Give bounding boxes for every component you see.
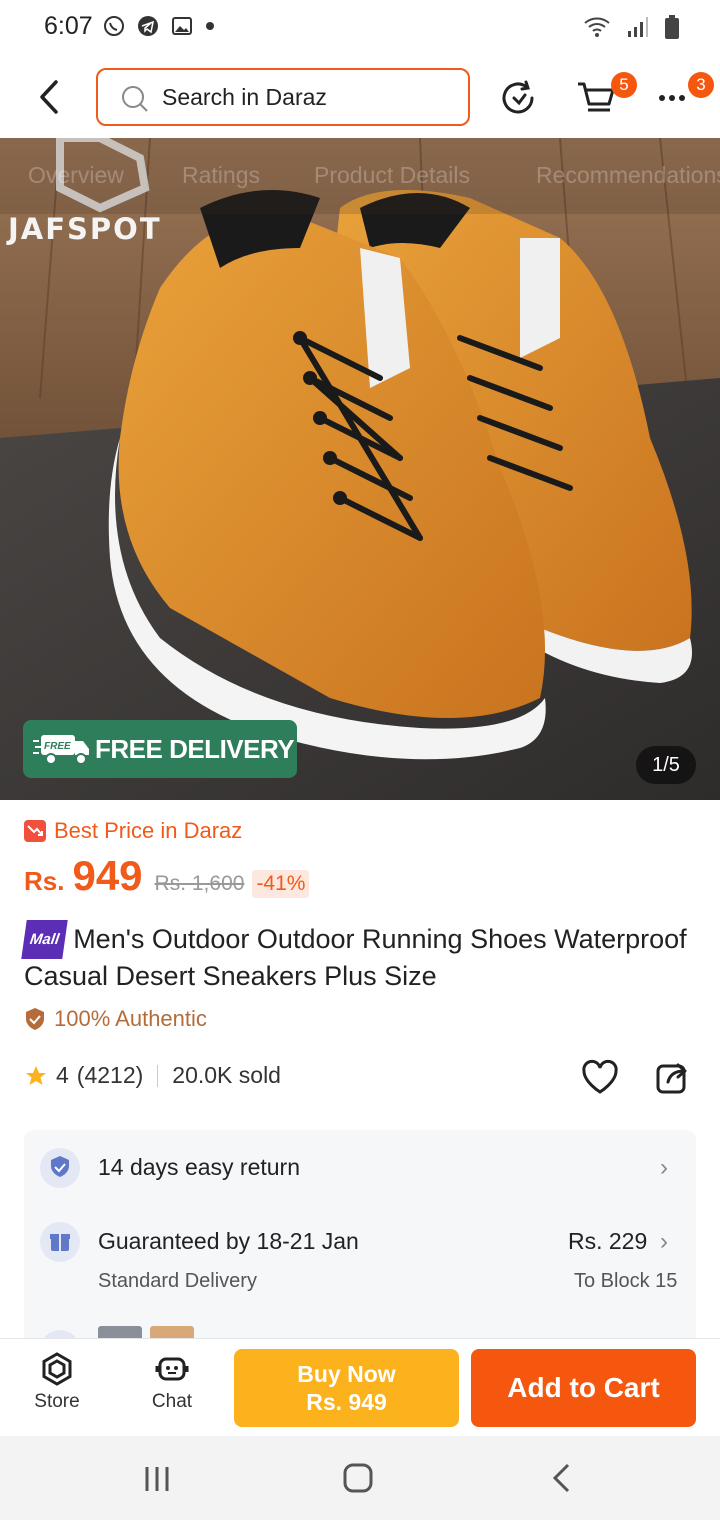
brand-watermark: JAFSPOT bbox=[8, 212, 162, 246]
discount-badge: -41% bbox=[252, 870, 310, 898]
delivery-truck-icon: FREE bbox=[33, 735, 89, 765]
search-input[interactable]: Search in Daraz bbox=[96, 68, 470, 126]
price-current: 949 bbox=[72, 852, 143, 899]
store-icon bbox=[42, 1352, 72, 1386]
status-time: 6:07 bbox=[44, 12, 93, 40]
chat-label: Chat bbox=[151, 1391, 193, 1412]
buy-now-label: Buy Now bbox=[297, 1361, 396, 1387]
price-original: Rs. 1,600 bbox=[154, 872, 245, 895]
chevron-left-icon bbox=[40, 80, 58, 114]
star-icon bbox=[26, 1065, 46, 1085]
dot-icon bbox=[206, 22, 214, 30]
return-policy[interactable]: 14 days easy return bbox=[98, 1154, 300, 1181]
wishlist-button[interactable] bbox=[580, 1058, 620, 1101]
shield-return-icon bbox=[51, 1156, 69, 1177]
whatsapp-icon bbox=[104, 16, 124, 36]
delivery-price: Rs. 229 bbox=[568, 1228, 648, 1254]
heart-icon bbox=[582, 1059, 618, 1094]
history-button[interactable] bbox=[496, 76, 540, 120]
rating-count: (4212) bbox=[76, 1062, 144, 1088]
tab-product-details[interactable]: Product Details bbox=[314, 162, 470, 189]
notification-icons bbox=[102, 14, 216, 38]
share-icon bbox=[656, 1063, 687, 1094]
system-icons bbox=[582, 14, 680, 40]
price-row: Rs. 949 Rs. 1,600 -41% bbox=[24, 852, 310, 900]
free-delivery-label: FREE DELIVERY bbox=[95, 734, 295, 764]
system-nav-bar bbox=[0, 1436, 720, 1520]
rating-value: 4 bbox=[56, 1062, 69, 1088]
tab-recommendations[interactable]: Recommendations bbox=[536, 162, 720, 189]
product-gallery[interactable]: Overview Ratings Product Details Recomme… bbox=[0, 138, 720, 800]
free-tag-text: FREE bbox=[44, 741, 71, 752]
best-price-label: Best Price in Daraz bbox=[24, 818, 242, 844]
back-button[interactable] bbox=[30, 74, 70, 120]
store-label: Store bbox=[34, 1391, 80, 1412]
wifi-icon bbox=[584, 17, 610, 37]
search-placeholder: Search in Daraz bbox=[162, 84, 327, 110]
mall-badge: Mall bbox=[21, 920, 68, 959]
delivery-guarantee[interactable]: Guaranteed by 18-21 Jan bbox=[98, 1228, 359, 1255]
home-icon[interactable] bbox=[342, 1462, 374, 1494]
buy-now-button[interactable]: Buy Now Rs. 949 bbox=[234, 1349, 459, 1427]
recent-apps-icon[interactable] bbox=[142, 1464, 172, 1494]
gallery-icon bbox=[172, 17, 192, 35]
more-badge: 3 bbox=[688, 72, 714, 98]
top-header: Search in Daraz 5 3 bbox=[0, 56, 720, 138]
price-currency: Rs. bbox=[24, 866, 65, 896]
chat-button[interactable]: Chat bbox=[132, 1351, 212, 1413]
battery-icon bbox=[665, 15, 679, 39]
trend-down-icon bbox=[24, 820, 46, 842]
product-title-text: Men's Outdoor Outdoor Running Shoes Wate… bbox=[24, 924, 687, 991]
store-button[interactable]: Store bbox=[17, 1351, 97, 1413]
image-counter: 1/5 bbox=[636, 746, 696, 784]
chat-bot-icon bbox=[155, 1357, 189, 1381]
back-nav-icon[interactable] bbox=[550, 1462, 574, 1494]
add-to-cart-button[interactable]: Add to Cart bbox=[471, 1349, 696, 1427]
tab-overview[interactable]: Overview bbox=[28, 162, 124, 189]
share-button[interactable] bbox=[654, 1058, 692, 1101]
chevron-right-icon: › bbox=[660, 1228, 668, 1255]
sold-count: 20.0K sold bbox=[172, 1062, 281, 1088]
free-delivery-badge: FREE FREE DELIVERY bbox=[23, 720, 297, 778]
delivery-type: Standard Delivery bbox=[98, 1270, 257, 1292]
product-title: Mall Men's Outdoor Outdoor Running Shoes … bbox=[21, 920, 704, 994]
status-bar: 6:07 bbox=[0, 0, 720, 56]
chevron-right-icon: › bbox=[660, 1154, 668, 1181]
gift-box-icon bbox=[50, 1234, 70, 1251]
cart-badge: 5 bbox=[611, 72, 637, 98]
authentic-badge: 100% Authentic bbox=[24, 1006, 207, 1032]
tab-ratings[interactable]: Ratings bbox=[182, 162, 260, 189]
divider bbox=[157, 1064, 159, 1087]
signal-icon bbox=[628, 17, 648, 37]
buy-now-price: Rs. 949 bbox=[306, 1389, 387, 1415]
rating-row[interactable]: 4 (4212) 20.0K sold bbox=[24, 1062, 281, 1089]
service-card: 14 days easy return › Guaranteed by 18-2… bbox=[24, 1130, 696, 1350]
refresh-clock-icon bbox=[502, 80, 534, 114]
bottom-action-bar: Store Chat Buy Now Rs. 949 Add to Cart bbox=[0, 1338, 720, 1436]
section-tabs: Overview Ratings Product Details Recomme… bbox=[0, 138, 720, 214]
return-icon-wrap bbox=[40, 1148, 80, 1188]
shield-check-icon bbox=[26, 1008, 44, 1030]
delivery-icon-wrap bbox=[40, 1222, 80, 1262]
delivery-location: To Block 15 bbox=[574, 1270, 678, 1292]
search-icon bbox=[122, 86, 148, 112]
telegram-icon bbox=[138, 16, 158, 36]
